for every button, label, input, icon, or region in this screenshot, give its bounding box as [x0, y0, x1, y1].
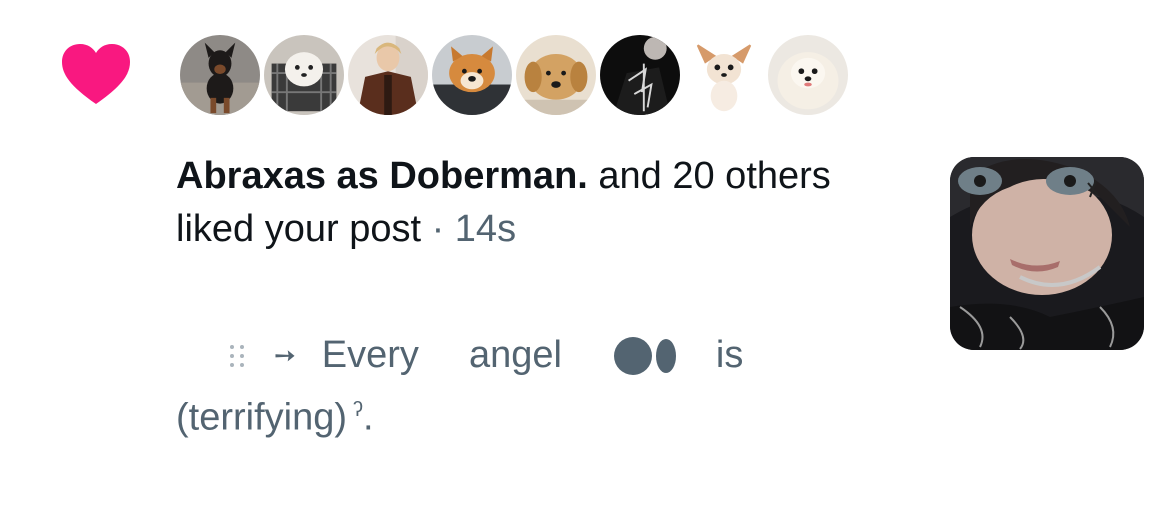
superscript-glyph: ʔ	[353, 399, 364, 421]
timestamp: 14s	[454, 208, 517, 250]
avatar-samoyed-puppy[interactable]	[262, 33, 346, 117]
like-summary: Abraxas as Doberman. and 20 others liked…	[176, 150, 876, 256]
dots-glyph	[226, 341, 252, 371]
ovals-glyph	[613, 336, 676, 375]
avatar-pomeranian[interactable]	[766, 33, 850, 117]
like-notification[interactable]: Abraxas as Doberman. and 20 others liked…	[0, 0, 1170, 514]
avatar-dark-figure[interactable]	[598, 33, 682, 117]
post-preview-line1: ➙ Every angel is	[176, 328, 836, 383]
post-thumbnail[interactable]	[950, 157, 1144, 350]
terrifying-text: (terrifying)	[176, 396, 348, 439]
arrow-glyph: ➙	[274, 340, 296, 370]
heart-icon	[62, 44, 130, 104]
avatar-akita[interactable]	[430, 33, 514, 117]
end-punct: .	[363, 396, 374, 439]
word-is: is	[715, 334, 744, 376]
word-angel: angel	[468, 334, 562, 376]
liker-avatars	[178, 33, 878, 119]
word-every: Every	[321, 334, 419, 376]
avatar-person-suit[interactable]	[346, 33, 430, 117]
avatar-chihuahua[interactable]	[682, 33, 766, 117]
post-preview-line2: (terrifying) ʔ.	[176, 383, 836, 446]
avatar-golden-retriever[interactable]	[514, 33, 598, 117]
avatar-doberman-puppy[interactable]	[178, 33, 262, 117]
separator: ·	[421, 208, 455, 250]
actor-name[interactable]: Abraxas as Doberman.	[176, 155, 588, 197]
post-preview: ➙ Every angel is (terrifying) ʔ.	[176, 328, 836, 446]
